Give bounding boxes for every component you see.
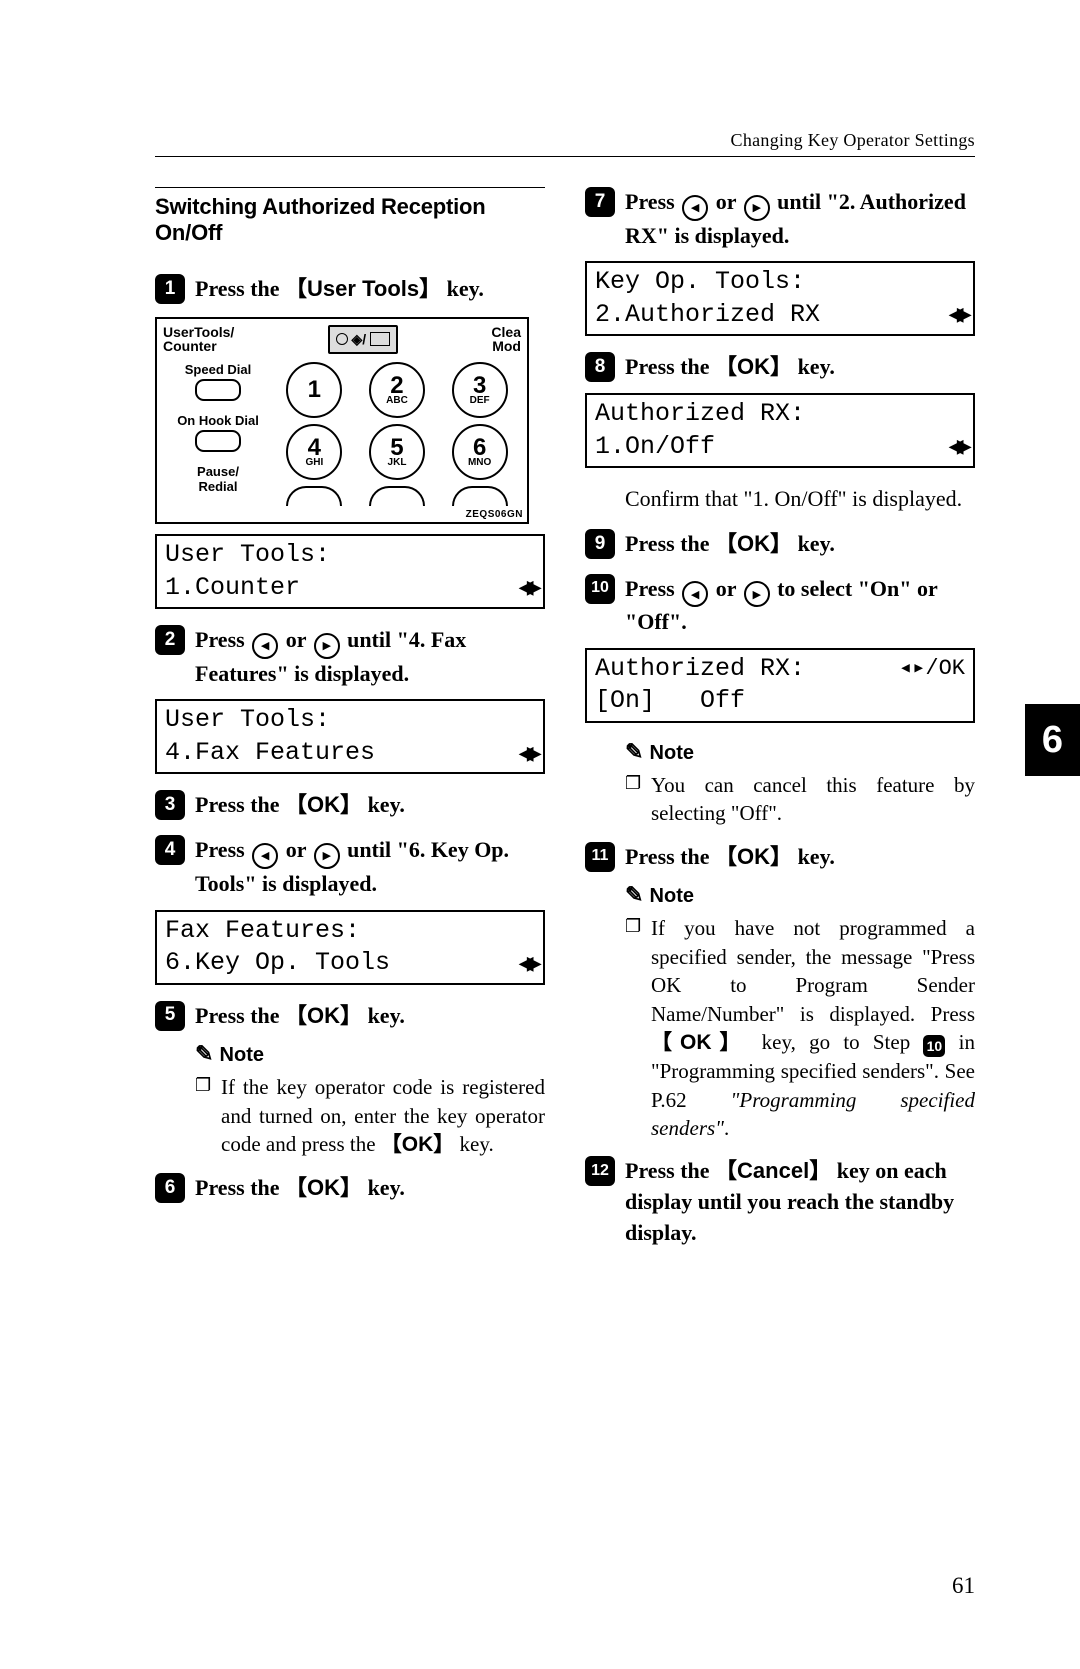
usertools-counter-label: UserTools/ Counter bbox=[163, 325, 234, 354]
mod-label: Mod bbox=[491, 339, 521, 354]
lcd-step1: User Tools: 1.Counter◀▶ bbox=[155, 534, 545, 609]
left-right-arrow-icon: ◀▶ bbox=[519, 952, 535, 975]
chapter-tab: 6 bbox=[1025, 704, 1080, 776]
running-header: Changing Key Operator Settings bbox=[155, 130, 975, 157]
cancel-key: Cancel bbox=[715, 1158, 831, 1183]
keypad-5: 5JKL bbox=[369, 424, 425, 480]
left-arrow-icon: ◂ bbox=[682, 581, 708, 607]
ok-key: OK bbox=[715, 844, 792, 869]
ok-key: OK bbox=[285, 1003, 362, 1028]
left-right-arrow-icon: ◀▶ bbox=[519, 742, 535, 765]
left-arrow-icon: ◂ bbox=[682, 195, 708, 221]
pause-redial-label: Pause/ Redial bbox=[163, 464, 273, 494]
left-column: Switching Authorized Reception On/Off 1 … bbox=[155, 187, 545, 1259]
keypad-4: 4GHI bbox=[286, 424, 342, 480]
step-2: 2 Press ◂ or ▸ until "4. Fax Features" i… bbox=[155, 625, 545, 689]
section-heading: Switching Authorized Reception On/Off bbox=[155, 187, 545, 246]
left-arrow-icon: ◂ bbox=[252, 843, 278, 869]
user-tools-key: User Tools bbox=[285, 276, 441, 301]
keypad-1: 1 bbox=[286, 362, 342, 418]
lcd-step4: Fax Features: 6.Key Op. Tools◀▶ bbox=[155, 910, 545, 985]
arrow-ok-indicator: ◂▸/OK bbox=[899, 655, 965, 684]
keypad-3: 3DEF bbox=[452, 362, 508, 418]
step-10: 10 Press ◂ or ▸ to select "On" or "Off". bbox=[585, 574, 975, 638]
lcd-step8: Authorized RX: 1.On/Off◀▶ bbox=[585, 393, 975, 468]
right-arrow-icon: ▸ bbox=[744, 195, 770, 221]
step-8: 8 Press the OK key. bbox=[585, 352, 975, 383]
note-step11: If you have not programmed a specified s… bbox=[585, 914, 975, 1142]
left-right-arrow-icon: ◀▶ bbox=[519, 576, 535, 599]
keypad-diagram: UserTools/ Counter ◈/ Clea Mod Speed Dia… bbox=[155, 317, 529, 524]
note-heading: Note bbox=[585, 882, 975, 908]
lcd-step10: Authorized RX:◂▸/OK [On] Off bbox=[585, 648, 975, 723]
display-bar: ◈/ bbox=[328, 325, 399, 354]
clea-label: Clea bbox=[491, 325, 521, 340]
step-6: 6 Press the OK key. bbox=[155, 1173, 545, 1204]
right-arrow-icon: ▸ bbox=[744, 581, 770, 607]
keypad-6: 6MNO bbox=[452, 424, 508, 480]
lcd-step7: Key Op. Tools: 2.Authorized RX◀▶ bbox=[585, 261, 975, 336]
step-12: 12 Press the Cancel key on each display … bbox=[585, 1156, 975, 1248]
keypad-2: 2ABC bbox=[369, 362, 425, 418]
ok-key: OK bbox=[285, 792, 362, 817]
ok-key: OK bbox=[715, 354, 792, 379]
right-arrow-icon: ▸ bbox=[314, 843, 340, 869]
note-heading: Note bbox=[585, 739, 975, 765]
keypad-7 bbox=[286, 486, 342, 506]
confirm-text: Confirm that "1. On/Off" is displayed. bbox=[585, 484, 975, 515]
keypad-9 bbox=[452, 486, 508, 506]
step-5: 5 Press the OK key. bbox=[155, 1001, 545, 1032]
step-9: 9 Press the OK key. bbox=[585, 529, 975, 560]
right-arrow-icon: ▸ bbox=[314, 633, 340, 659]
step-1: 1 Press the User Tools key. bbox=[155, 274, 545, 305]
step-3: 3 Press the OK key. bbox=[155, 790, 545, 821]
on-hook-dial-label: On Hook Dial bbox=[177, 413, 259, 428]
ok-key: OK bbox=[285, 1175, 362, 1200]
left-right-arrow-icon: ◀▶ bbox=[949, 303, 965, 326]
diagram-code: ZEQS06GN bbox=[157, 508, 527, 522]
left-arrow-icon: ◂ bbox=[252, 633, 278, 659]
note-step5: If the key operator code is registered a… bbox=[155, 1073, 545, 1159]
step-10-ref-icon: 10 bbox=[923, 1035, 945, 1057]
step-11: 11 Press the OK key. bbox=[585, 842, 975, 873]
ok-key: OK bbox=[651, 1031, 748, 1054]
page-number: 61 bbox=[952, 1573, 975, 1599]
left-right-arrow-icon: ◀▶ bbox=[949, 435, 965, 458]
speed-dial-button bbox=[195, 379, 241, 401]
note-step10: You can cancel this feature by selecting… bbox=[585, 771, 975, 828]
right-column: 7 Press ◂ or ▸ until "2. Authorized RX" … bbox=[585, 187, 975, 1259]
lcd-step2: User Tools: 4.Fax Features◀▶ bbox=[155, 699, 545, 774]
speed-dial-label: Speed Dial bbox=[185, 362, 251, 377]
on-hook-dial-button bbox=[195, 430, 241, 452]
step-4: 4 Press ◂ or ▸ until "6. Key Op. Tools" … bbox=[155, 835, 545, 899]
ok-key: OK bbox=[381, 1133, 455, 1156]
note-heading: Note bbox=[155, 1041, 545, 1067]
ok-key: OK bbox=[715, 531, 792, 556]
keypad-8 bbox=[369, 486, 425, 506]
step-7: 7 Press ◂ or ▸ until "2. Authorized RX" … bbox=[585, 187, 975, 251]
